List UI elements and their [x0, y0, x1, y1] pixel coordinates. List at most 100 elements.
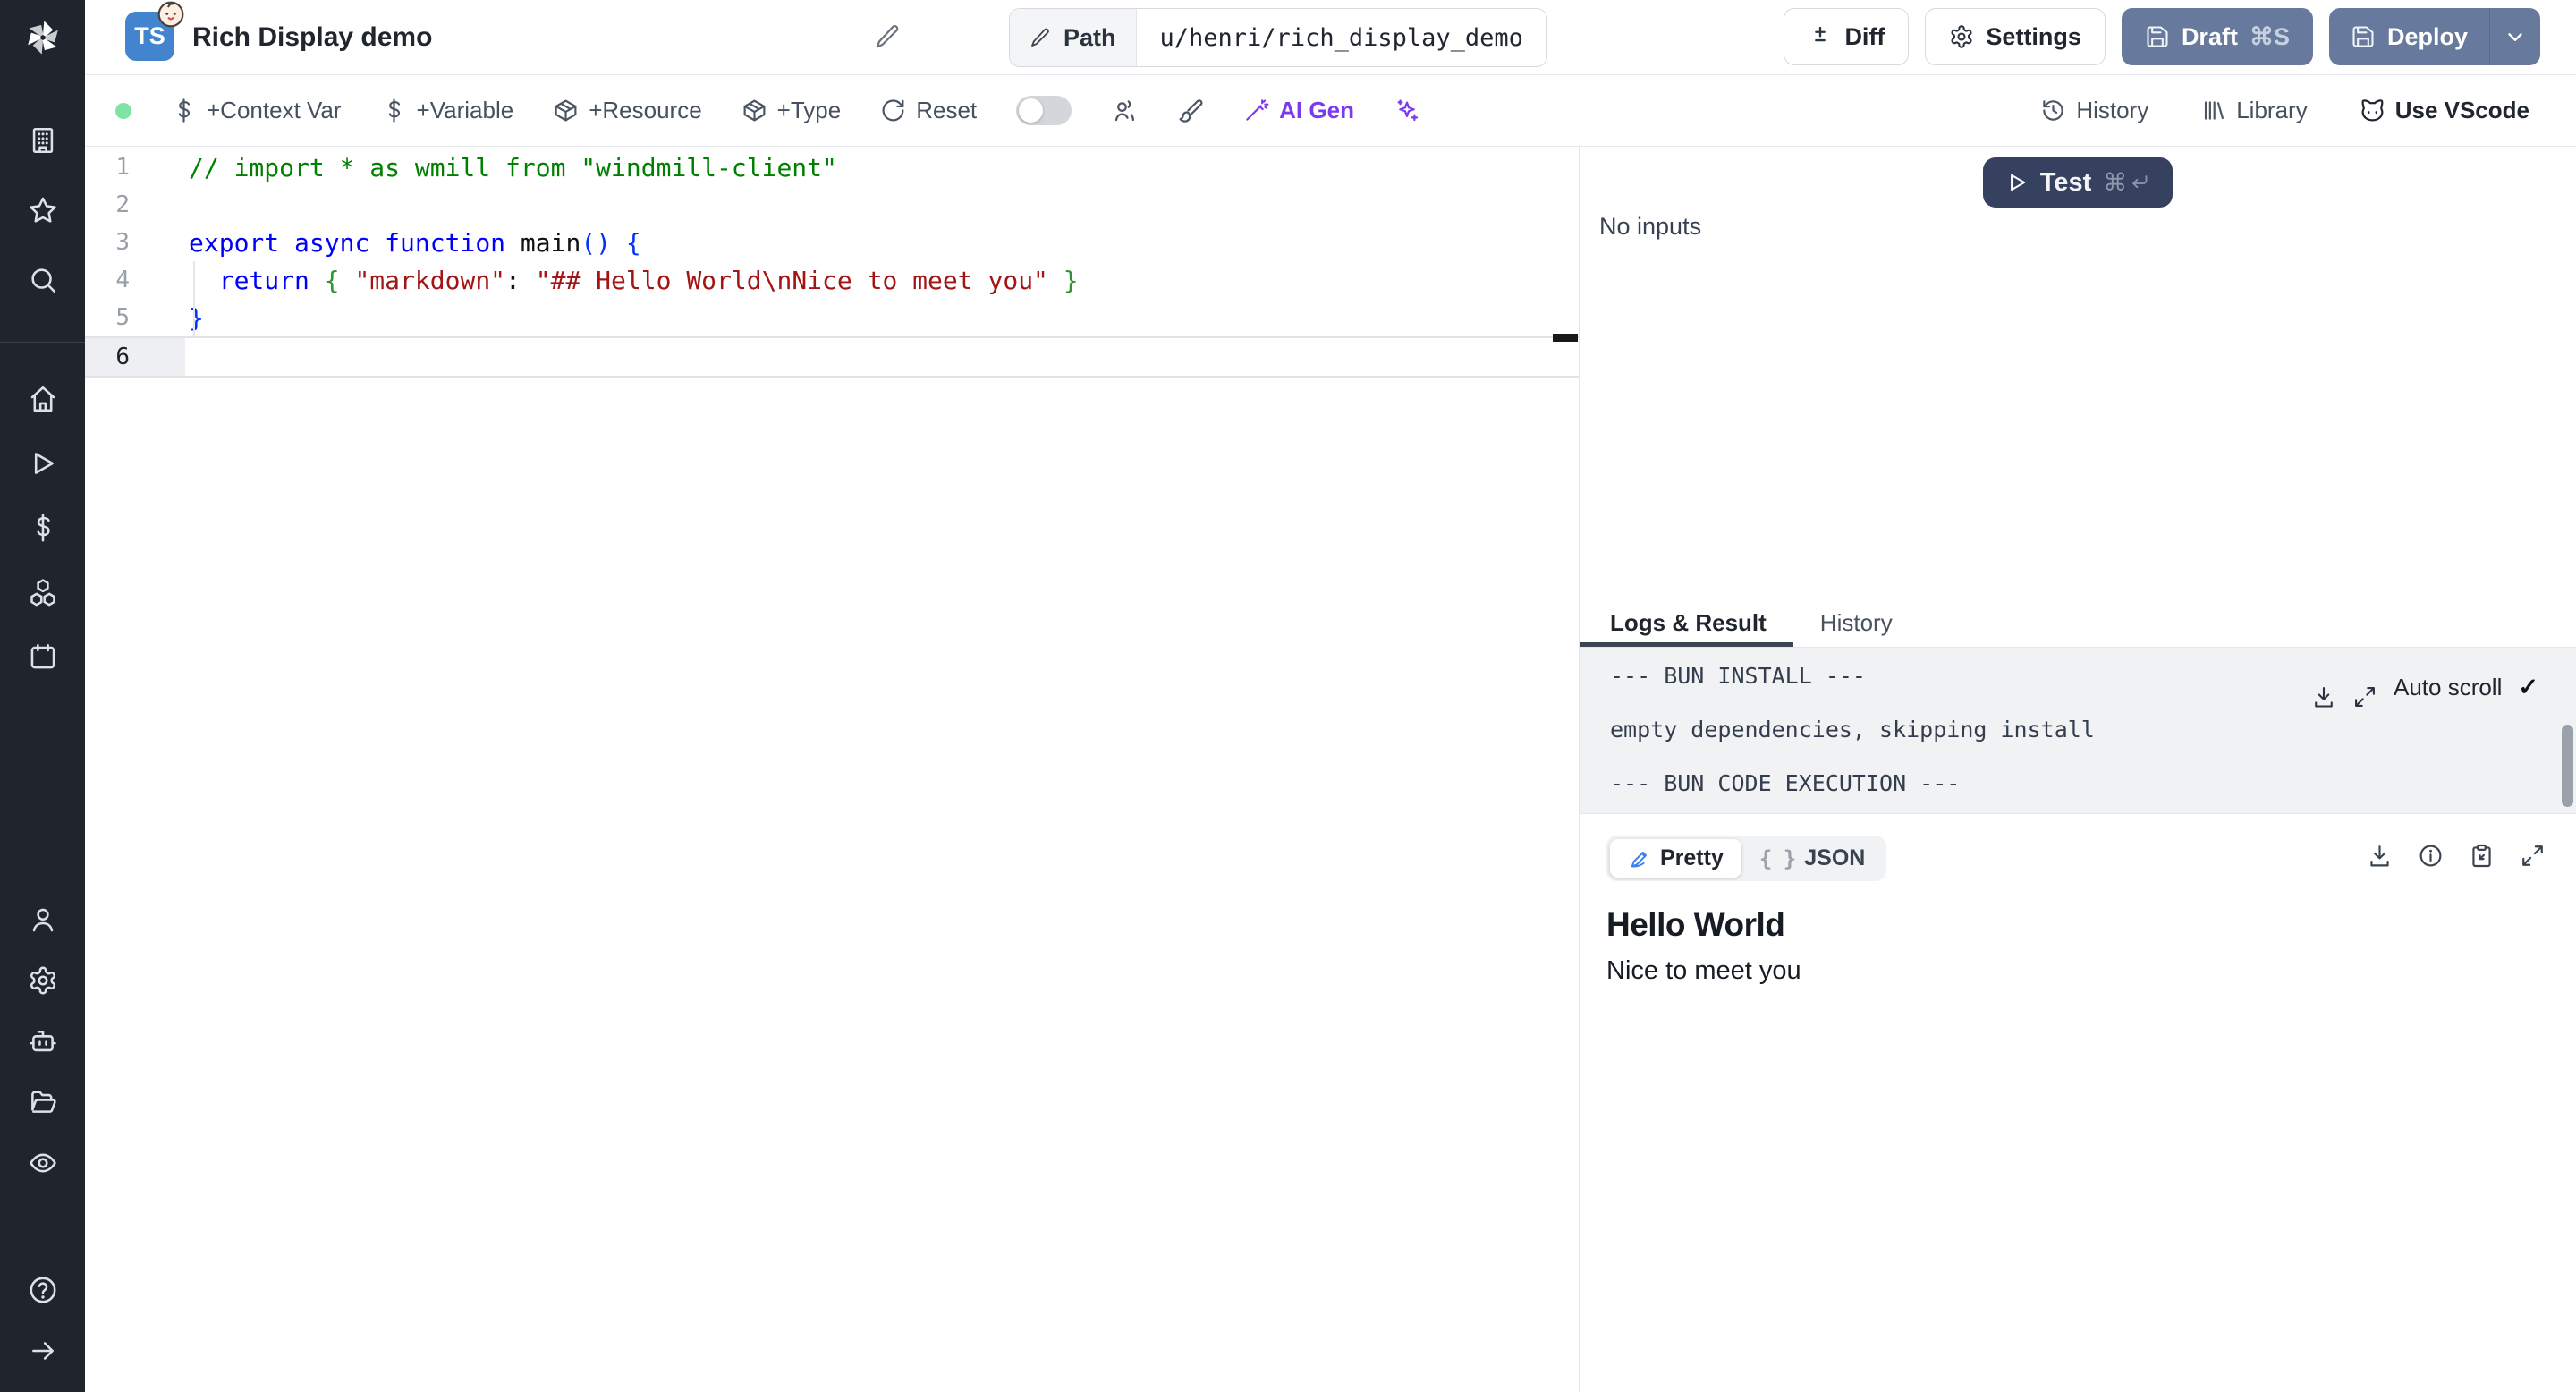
logs-tabs: Logs & Result History — [1580, 599, 2576, 648]
tab-logs-and-result[interactable]: Logs & Result — [1580, 599, 1793, 647]
search-icon[interactable] — [28, 265, 58, 295]
editor-rows: 1 // import * as wmill from "windmill-cli… — [85, 149, 1579, 378]
overview-ruler-cursor-mark — [1553, 334, 1578, 342]
toolbar-item-label: +Variable — [416, 97, 514, 123]
result-actions — [2367, 843, 2546, 869]
toolbar-library-button[interactable]: Library — [2200, 97, 2308, 124]
user-icon[interactable] — [28, 904, 58, 935]
download-logs-icon[interactable] — [2311, 675, 2336, 708]
line-number: 2 — [115, 191, 130, 218]
test-button[interactable]: Test ⌘ — [1983, 157, 2173, 208]
sidebar-group-admin — [0, 904, 85, 1178]
gear-icon[interactable] — [28, 965, 58, 996]
bot-icon[interactable] — [28, 1026, 58, 1057]
edit-title-icon[interactable] — [874, 23, 901, 50]
calendar-icon[interactable] — [28, 641, 58, 672]
line-number: 5 — [115, 304, 130, 331]
toolbar--resource-button[interactable]: +Resource — [553, 97, 702, 124]
toolbar-use-vscode-button[interactable]: Use VScode — [2360, 97, 2529, 124]
code-line-5[interactable]: 5} — [85, 299, 1579, 336]
toolbar-item-label: Use VScode — [2394, 97, 2529, 123]
play-icon[interactable] — [28, 448, 58, 479]
expand-result-icon[interactable] — [2520, 843, 2546, 869]
toolbar-item-label: Reset — [916, 97, 978, 123]
log-output[interactable]: --- BUN INSTALL --- empty dependencies, s… — [1580, 648, 2576, 813]
code-line-1[interactable]: 1 // import * as wmill from "windmill-cli… — [85, 149, 1579, 186]
package-icon — [741, 98, 767, 123]
building-icon[interactable] — [28, 125, 58, 156]
code-line-3[interactable]: 3 export async function main() { — [85, 224, 1579, 261]
result-body: Nice to meet you — [1606, 956, 1801, 985]
toolbar-reset-button[interactable]: Reset — [880, 97, 977, 124]
code-line-6[interactable]: 6 — [85, 336, 1579, 378]
draft-button[interactable]: Draft ⌘S — [2121, 8, 2313, 65]
tab-history[interactable]: History — [1793, 599, 1919, 647]
sidebar-group-main — [0, 384, 85, 672]
path-label: Path — [1063, 23, 1116, 51]
run-panel: Test ⌘ No inputs — [1580, 147, 2576, 599]
deploy-menu-button[interactable] — [2489, 8, 2540, 65]
deploy-button[interactable]: Deploy — [2329, 8, 2489, 65]
page-title: Rich Display demo — [192, 21, 433, 52]
ai-gen-button[interactable]: AI Gen — [1243, 97, 1354, 124]
code-editor[interactable]: 1 // import * as wmill from "windmill-cli… — [85, 147, 1579, 1392]
editor-toolbar: +Context Var +Variable +Resource +Type Reset… — [85, 75, 2576, 147]
result-view-switch: Pretty { } JSON — [1606, 836, 1887, 881]
format-brush-icon[interactable] — [1177, 98, 1204, 124]
sidebar-divider — [0, 342, 85, 343]
draft-shortcut: ⌘S — [2249, 22, 2290, 50]
line-number: 3 — [115, 229, 130, 256]
toolbar--context-var-button[interactable]: +Context Var — [171, 97, 342, 124]
code-line-content: // import * as wmill from "windmill-clie… — [189, 152, 837, 182]
code-line-4[interactable]: 4 return { "markdown": "## Hello World\n… — [85, 261, 1579, 299]
expand-logs-icon[interactable] — [2352, 675, 2377, 707]
toolbar--variable-button[interactable]: +Variable — [381, 97, 514, 124]
rotate-icon — [880, 98, 906, 123]
save-icon — [2145, 24, 2170, 49]
toolbar--type-button[interactable]: +Type — [741, 97, 841, 124]
help-circle-icon[interactable] — [28, 1275, 58, 1305]
path-field[interactable]: Path u/henri/rich_display_demo — [1009, 8, 1547, 67]
windmill-logo[interactable] — [18, 13, 68, 63]
settings-label: Settings — [1986, 22, 2081, 50]
eye-icon[interactable] — [28, 1148, 58, 1178]
draft-label: Draft — [2181, 22, 2238, 50]
dollar-icon[interactable] — [28, 513, 58, 543]
play-icon — [2005, 171, 2029, 194]
boxes-icon[interactable] — [28, 577, 58, 607]
pretty-label: Pretty — [1660, 845, 1724, 870]
star-icon[interactable] — [28, 195, 58, 225]
line-number: 6 — [85, 338, 185, 376]
auto-scroll-check-icon[interactable]: ✓ — [2518, 660, 2538, 714]
toolbar-item-label: +Context Var — [207, 97, 342, 123]
download-result-icon[interactable] — [2367, 843, 2393, 869]
code-line-2[interactable]: 2 — [85, 186, 1579, 224]
folder-open-icon[interactable] — [28, 1087, 58, 1117]
auto-scroll-label[interactable]: Auto scroll — [2394, 660, 2502, 714]
result-heading: Hello World — [1606, 906, 1785, 943]
toolbar-history-button[interactable]: History — [2040, 97, 2148, 124]
log-scrollbar[interactable] — [2562, 725, 2573, 807]
typescript-badge: TS — [125, 1, 184, 61]
baby-face-icon — [157, 1, 184, 28]
clock-history-icon — [2040, 98, 2066, 123]
plus-minus-icon — [1808, 24, 1833, 49]
home-icon[interactable] — [28, 384, 58, 414]
deploy-label: Deploy — [2386, 22, 2468, 50]
multiplayer-toggle[interactable] — [1016, 96, 1072, 125]
line-number: 4 — [115, 267, 130, 293]
diff-button[interactable]: Diff — [1784, 8, 1910, 65]
arrow-right-icon[interactable] — [28, 1336, 58, 1366]
info-icon[interactable] — [2418, 843, 2444, 869]
sparkles-icon[interactable] — [1394, 98, 1420, 124]
path-value[interactable]: u/henri/rich_display_demo — [1137, 24, 1546, 52]
copy-clipboard-icon[interactable] — [2469, 843, 2495, 869]
settings-button[interactable]: Settings — [1925, 8, 2106, 65]
result-panel: Pretty { } JSON Hello World Nice to meet… — [1580, 813, 2576, 1392]
multiplayer-icon[interactable] — [1111, 98, 1138, 124]
json-view-button[interactable]: { } JSON — [1741, 839, 1883, 878]
sidebar-group-bottom — [0, 1275, 85, 1366]
code-line-content — [185, 186, 1579, 224]
pretty-view-button[interactable]: Pretty — [1610, 839, 1741, 878]
test-label: Test — [2039, 167, 2092, 197]
